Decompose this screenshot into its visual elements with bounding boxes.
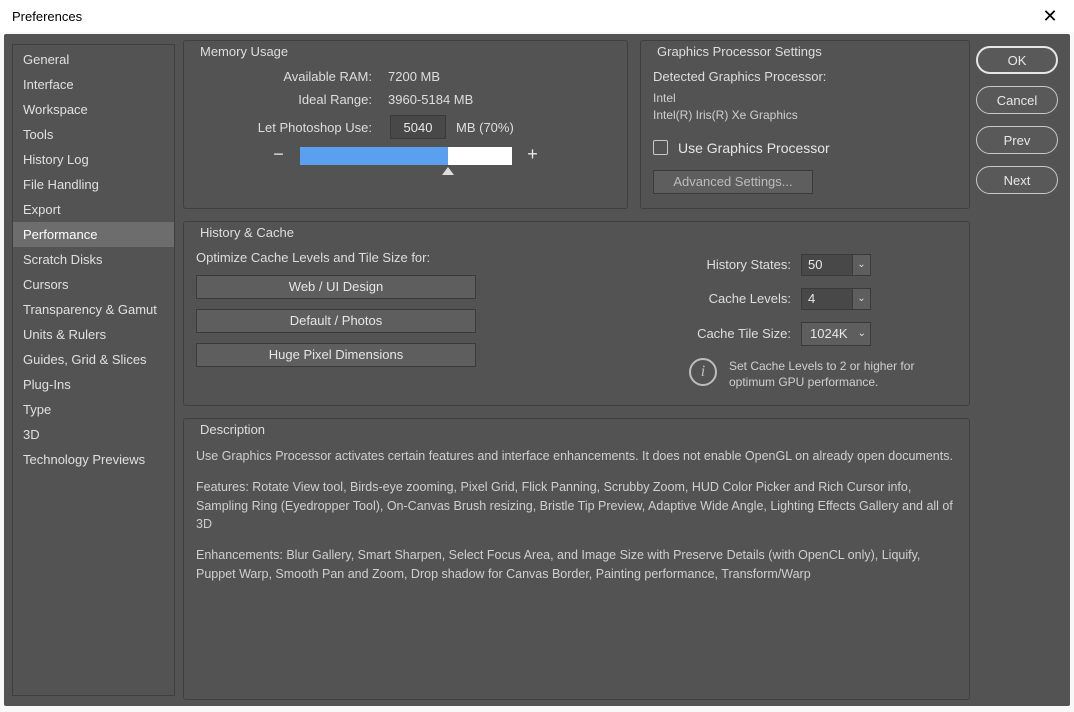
sidebar-item-units-rulers[interactable]: Units & Rulers xyxy=(13,322,174,347)
description-p3: Enhancements: Blur Gallery, Smart Sharpe… xyxy=(196,546,957,584)
prev-button[interactable]: Prev xyxy=(976,126,1058,154)
gpu-vendor: Intel xyxy=(653,90,957,107)
let-photoshop-use-label: Let Photoshop Use: xyxy=(196,120,380,135)
description-text: Use Graphics Processor activates certain… xyxy=(196,447,957,584)
cache-info-text: Set Cache Levels to 2 or higher for opti… xyxy=(729,358,939,392)
memory-suffix: MB (70%) xyxy=(456,120,514,135)
sidebar-item-transparency-gamut[interactable]: Transparency & Gamut xyxy=(13,297,174,322)
slider-minus-button[interactable]: − xyxy=(270,147,288,165)
sidebar-item-guides-grid-slices[interactable]: Guides, Grid & Slices xyxy=(13,347,174,372)
info-icon: i xyxy=(689,358,717,386)
sidebar-item-performance[interactable]: Performance xyxy=(13,222,174,247)
close-icon[interactable]: ✕ xyxy=(1038,6,1062,27)
cache-levels-input[interactable] xyxy=(801,288,853,310)
sidebar-item-scratch-disks[interactable]: Scratch Disks xyxy=(13,247,174,272)
description-group: Description Use Graphics Processor activ… xyxy=(183,418,970,700)
sidebar-item-workspace[interactable]: Workspace xyxy=(13,97,174,122)
titlebar: Preferences ✕ xyxy=(0,0,1074,32)
sidebar-item-file-handling[interactable]: File Handling xyxy=(13,172,174,197)
preferences-window: Preferences ✕ GeneralInterfaceWorkspaceT… xyxy=(0,0,1074,712)
main-area: Memory Usage Available RAM: 7200 MB Idea… xyxy=(183,34,1070,706)
dialog-body: GeneralInterfaceWorkspaceToolsHistory Lo… xyxy=(4,34,1070,706)
slider-marker-icon xyxy=(442,167,454,175)
sidebar-item-3d[interactable]: 3D xyxy=(13,422,174,447)
sidebar-item-export[interactable]: Export xyxy=(13,197,174,222)
group-title: History & Cache xyxy=(194,225,300,240)
sidebar-item-interface[interactable]: Interface xyxy=(13,72,174,97)
available-ram-label: Available RAM: xyxy=(196,69,380,84)
group-title: Memory Usage xyxy=(194,44,294,59)
slider-plus-button[interactable]: + xyxy=(524,147,542,165)
huge-pixel-dimensions-button[interactable]: Huge Pixel Dimensions xyxy=(196,343,476,367)
available-ram-value: 7200 MB xyxy=(380,69,440,84)
default-photos-button[interactable]: Default / Photos xyxy=(196,309,476,333)
memory-slider[interactable] xyxy=(300,147,512,165)
cache-levels-label: Cache Levels: xyxy=(661,291,791,306)
advanced-settings-button[interactable]: Advanced Settings... xyxy=(653,170,813,194)
detected-gpu-label: Detected Graphics Processor: xyxy=(653,69,957,84)
ideal-range-label: Ideal Range: xyxy=(196,92,380,107)
sidebar: GeneralInterfaceWorkspaceToolsHistory Lo… xyxy=(12,44,175,696)
sidebar-item-tools[interactable]: Tools xyxy=(13,122,174,147)
sidebar-item-technology-previews[interactable]: Technology Previews xyxy=(13,447,174,472)
cache-tile-size-value: 1024K xyxy=(810,326,848,341)
ok-button[interactable]: OK xyxy=(976,46,1058,74)
next-button[interactable]: Next xyxy=(976,166,1058,194)
ideal-range-value: 3960-5184 MB xyxy=(380,92,473,107)
window-title: Preferences xyxy=(12,9,82,24)
graphics-processor-group: Graphics Processor Settings Detected Gra… xyxy=(640,40,970,209)
dialog-button-column: OK Cancel Prev Next xyxy=(976,40,1062,700)
group-title: Graphics Processor Settings xyxy=(651,44,828,59)
chevron-down-icon: ⌄ xyxy=(858,328,866,339)
sidebar-item-history-log[interactable]: History Log xyxy=(13,147,174,172)
cancel-button[interactable]: Cancel xyxy=(976,86,1058,114)
history-states-label: History States: xyxy=(661,257,791,272)
description-p2: Features: Rotate View tool, Birds-eye zo… xyxy=(196,478,957,534)
optimize-label: Optimize Cache Levels and Tile Size for: xyxy=(196,250,637,265)
sidebar-item-cursors[interactable]: Cursors xyxy=(13,272,174,297)
history-cache-group: History & Cache Optimize Cache Levels an… xyxy=(183,221,970,407)
web-ui-design-button[interactable]: Web / UI Design xyxy=(196,275,476,299)
memory-usage-group: Memory Usage Available RAM: 7200 MB Idea… xyxy=(183,40,628,209)
gpu-device: Intel(R) Iris(R) Xe Graphics xyxy=(653,107,957,124)
chevron-down-icon[interactable]: ⌄ xyxy=(853,254,871,276)
description-p1: Use Graphics Processor activates certain… xyxy=(196,447,957,466)
memory-input[interactable] xyxy=(390,115,446,139)
chevron-down-icon[interactable]: ⌄ xyxy=(853,288,871,310)
sidebar-item-type[interactable]: Type xyxy=(13,397,174,422)
sidebar-item-plug-ins[interactable]: Plug-Ins xyxy=(13,372,174,397)
use-gpu-checkbox[interactable] xyxy=(653,140,668,155)
sidebar-item-general[interactable]: General xyxy=(13,47,174,72)
cache-tile-size-label: Cache Tile Size: xyxy=(661,326,791,341)
use-gpu-label: Use Graphics Processor xyxy=(678,140,830,156)
history-states-input[interactable] xyxy=(801,254,853,276)
group-title: Description xyxy=(194,422,271,437)
cache-tile-size-select[interactable]: 1024K ⌄ xyxy=(801,322,871,346)
